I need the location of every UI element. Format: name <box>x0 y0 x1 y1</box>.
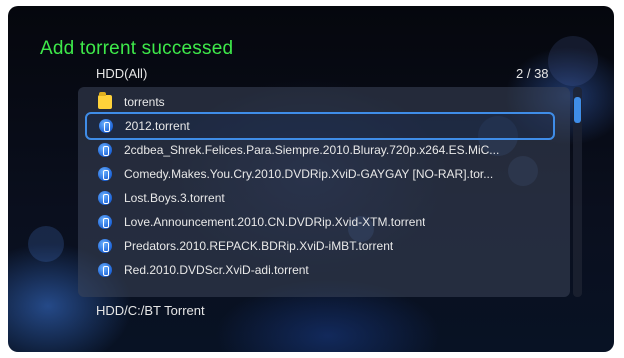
list-item-label: Lost.Boys.3.torrent <box>124 191 225 205</box>
list-item-label: Love.Announcement.2010.CN.DVDRip.Xvid-XT… <box>124 215 426 229</box>
list-scrollbar[interactable] <box>573 87 582 297</box>
file-list-panel: torrents 2012.torrent 2cdbea_Shrek.Felic… <box>78 87 570 297</box>
list-item[interactable]: Predators.2010.REPACK.BDRip.XviD-iMBT.to… <box>86 234 556 258</box>
list-item-folder[interactable]: torrents <box>86 90 556 114</box>
list-item-label: 2cdbea_Shrek.Felices.Para.Siempre.2010.B… <box>124 143 500 157</box>
background-bokeh <box>28 226 64 262</box>
background-bokeh <box>548 36 598 86</box>
torrent-file-icon <box>98 167 112 181</box>
torrent-file-icon <box>98 215 112 229</box>
status-title: Add torrent successed <box>40 38 234 59</box>
list-item[interactable]: 2cdbea_Shrek.Felices.Para.Siempre.2010.B… <box>86 138 556 162</box>
torrent-file-icon <box>98 239 112 253</box>
list-item-label: torrents <box>124 95 165 109</box>
media-player-screen: Add torrent successed HDD(All) 2 / 38 to… <box>8 6 614 352</box>
list-item[interactable]: Love.Announcement.2010.CN.DVDRip.Xvid-XT… <box>86 210 556 234</box>
file-list: torrents 2012.torrent 2cdbea_Shrek.Felic… <box>85 90 556 282</box>
list-item[interactable]: Lost.Boys.3.torrent <box>86 186 556 210</box>
torrent-file-icon <box>98 191 112 205</box>
torrent-file-icon <box>98 263 112 277</box>
torrent-file-icon <box>99 119 113 133</box>
current-path: HDD/C:/BT Torrent <box>96 303 205 318</box>
list-item-label: Predators.2010.REPACK.BDRip.XviD-iMBT.to… <box>124 239 394 253</box>
list-item[interactable]: Comedy.Makes.You.Cry.2010.DVDRip.XviD-GA… <box>86 162 556 186</box>
list-item-selected[interactable]: 2012.torrent <box>85 112 555 140</box>
page-counter: 2 / 38 <box>516 66 549 81</box>
list-item-label: Comedy.Makes.You.Cry.2010.DVDRip.XviD-GA… <box>124 167 494 181</box>
torrent-file-icon <box>98 143 112 157</box>
scrollbar-thumb[interactable] <box>574 97 581 123</box>
list-item-label: 2012.torrent <box>125 119 190 133</box>
current-location: HDD(All) <box>96 66 148 81</box>
list-item[interactable]: Red.2010.DVDScr.XviD-adi.torrent <box>86 258 556 282</box>
list-item-label: Red.2010.DVDScr.XviD-adi.torrent <box>124 263 309 277</box>
folder-icon <box>98 92 112 109</box>
